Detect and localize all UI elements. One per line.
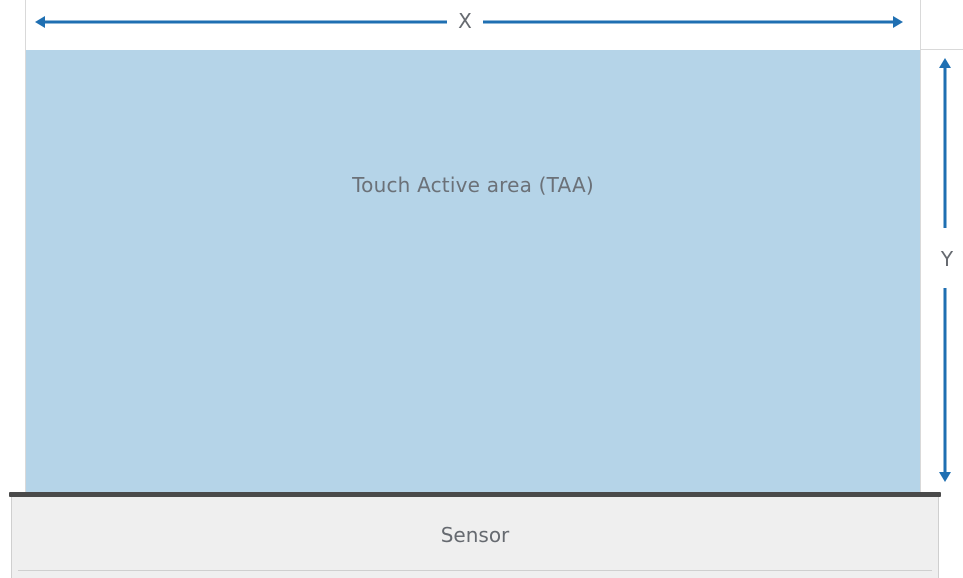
diagram-canvas: Touch Active area (TAA) Sensor X Y — [0, 0, 963, 578]
y-dimension-label: Y — [940, 247, 954, 271]
x-arrow-left-head — [35, 16, 45, 28]
y-arrow-bottom-head — [939, 472, 951, 482]
dimension-arrows — [35, 16, 951, 482]
x-arrow-right-head — [893, 16, 903, 28]
x-dimension-label: X — [458, 9, 472, 33]
y-arrow-top-head — [939, 58, 951, 68]
